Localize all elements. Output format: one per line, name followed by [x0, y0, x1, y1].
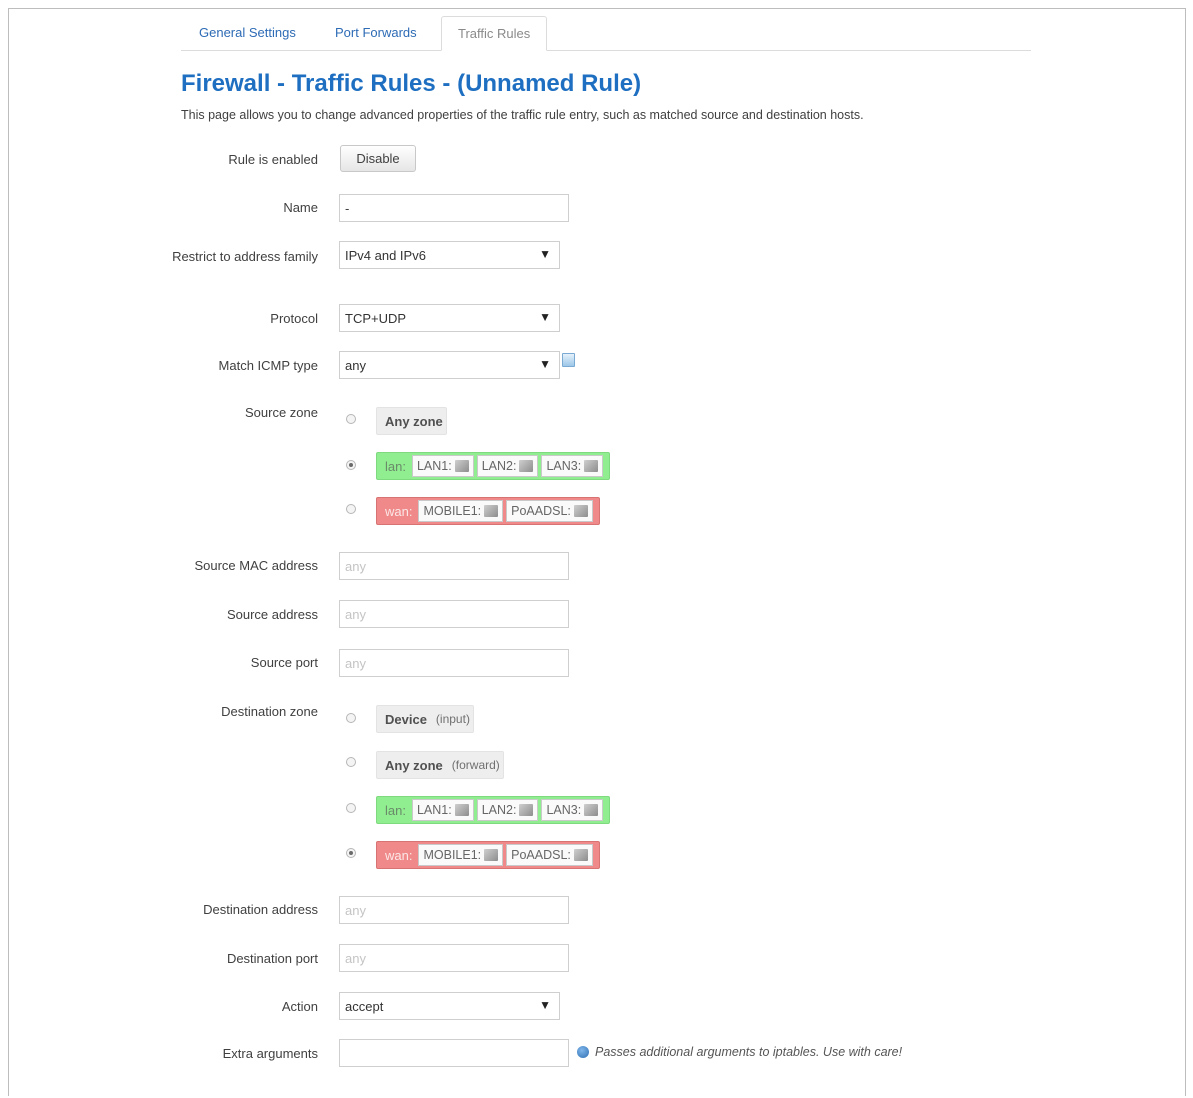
zone-any-label: Any zone: [385, 757, 443, 773]
page-description: This page allows you to change advanced …: [181, 108, 864, 122]
destination-port-input[interactable]: [339, 944, 569, 972]
network-interface-icon: [519, 804, 534, 816]
extra-arguments-input[interactable]: [339, 1039, 569, 1067]
label-action: Action: [281, 999, 318, 1014]
source-address-input[interactable]: [339, 600, 569, 628]
zone-lan-label: lan:: [385, 802, 406, 818]
src-zone-wan[interactable]: wan: MOBILE1: PoAADSL:: [376, 497, 600, 525]
tab-port-forwards[interactable]: Port Forwards: [319, 16, 433, 50]
label-rule-enabled: Rule is enabled: [228, 152, 318, 167]
help-book-icon[interactable]: [562, 353, 575, 367]
dropdown-arrow-icon: ▼: [539, 357, 551, 371]
src-zone-any[interactable]: Any zone: [376, 407, 447, 435]
src-zone-any-radio[interactable]: [346, 414, 356, 424]
label-protocol: Protocol: [270, 311, 318, 326]
network-lan3: LAN3:: [541, 455, 604, 477]
dropdown-arrow-icon: ▼: [539, 998, 551, 1012]
label-destination-address: Destination address: [203, 902, 318, 917]
network-lan2: LAN2:: [476, 799, 539, 821]
src-zone-lan-radio[interactable]: [346, 460, 356, 470]
tab-traffic-rules[interactable]: Traffic Rules: [441, 16, 548, 51]
network-interface-icon: [584, 804, 599, 816]
network-lan1: LAN1:: [411, 455, 474, 477]
source-mac-input[interactable]: [339, 552, 569, 580]
zone-any-note: (forward): [451, 758, 500, 772]
dest-zone-any[interactable]: Any zone (forward): [376, 751, 504, 779]
label-extra-arguments: Extra arguments: [222, 1046, 318, 1061]
dest-zone-device[interactable]: Device (input): [376, 705, 474, 733]
dest-zone-lan[interactable]: lan: LAN1: LAN2: LAN3:: [376, 796, 611, 824]
page-title: Firewall - Traffic Rules - (Unnamed Rule…: [181, 70, 642, 97]
dropdown-arrow-icon: ▼: [539, 310, 551, 324]
extra-arguments-hint: Passes additional arguments to iptables.…: [595, 1045, 903, 1059]
src-zone-lan[interactable]: lan: LAN1: LAN2: LAN3:: [376, 452, 611, 480]
network-interface-icon: [484, 505, 499, 517]
dropdown-arrow-icon: ▼: [539, 247, 551, 261]
action-select[interactable]: accept ▼: [339, 992, 560, 1020]
label-destination-zone: Destination zone: [221, 704, 318, 719]
network-lan2: LAN2:: [476, 455, 539, 477]
tab-bar: General Settings Port Forwards Traffic R…: [181, 16, 1031, 51]
src-zone-wan-radio[interactable]: [346, 504, 356, 514]
network-poaadsl: PoAADSL:: [506, 500, 593, 522]
page-frame: [8, 8, 1186, 1096]
label-name: Name: [283, 200, 318, 215]
action-value: accept: [345, 999, 384, 1014]
dest-zone-wan[interactable]: wan: MOBILE1: PoAADSL:: [376, 841, 600, 869]
network-mobile1: MOBILE1:: [418, 500, 504, 522]
zone-device-label: Device: [385, 711, 427, 727]
network-interface-icon: [573, 505, 588, 517]
name-input[interactable]: [339, 194, 569, 222]
label-destination-port: Destination port: [226, 951, 318, 966]
label-source-port: Source port: [250, 655, 318, 670]
dest-zone-wan-radio[interactable]: [346, 848, 356, 858]
dest-zone-lan-radio[interactable]: [346, 803, 356, 813]
network-mobile1: MOBILE1:: [418, 844, 504, 866]
icmp-type-select[interactable]: any ▼: [339, 351, 560, 379]
dest-zone-any-radio[interactable]: [346, 757, 356, 767]
network-lan3: LAN3:: [541, 799, 604, 821]
network-interface-icon: [454, 460, 469, 472]
icmp-type-value: any: [345, 358, 366, 373]
network-interface-icon: [584, 460, 599, 472]
destination-address-input[interactable]: [339, 896, 569, 924]
info-icon: [577, 1046, 589, 1058]
disable-button[interactable]: Disable: [340, 145, 416, 172]
label-source-address: Source address: [226, 607, 318, 622]
network-poaadsl: PoAADSL:: [506, 844, 593, 866]
zone-wan-label: wan:: [385, 847, 413, 863]
zone-any-label: Any zone: [385, 413, 443, 429]
source-port-input[interactable]: [339, 649, 569, 677]
dest-zone-device-radio[interactable]: [346, 713, 356, 723]
network-interface-icon: [573, 849, 588, 861]
label-source-zone: Source zone: [245, 405, 318, 420]
zone-device-note: (input): [435, 712, 470, 726]
network-interface-icon: [484, 849, 499, 861]
protocol-value: TCP+UDP: [345, 311, 407, 326]
tab-general-settings[interactable]: General Settings: [183, 16, 312, 50]
zone-lan-label: lan:: [385, 458, 406, 474]
protocol-select[interactable]: TCP+UDP ▼: [339, 304, 560, 332]
label-address-family: Restrict to address family: [172, 249, 318, 264]
label-icmp-type: Match ICMP type: [218, 358, 318, 373]
network-lan1: LAN1:: [411, 799, 474, 821]
network-interface-icon: [519, 460, 534, 472]
address-family-select[interactable]: IPv4 and IPv6 ▼: [339, 241, 560, 269]
label-source-mac: Source MAC address: [194, 558, 318, 573]
address-family-value: IPv4 and IPv6: [345, 248, 426, 263]
network-interface-icon: [454, 804, 469, 816]
zone-wan-label: wan:: [385, 503, 413, 519]
